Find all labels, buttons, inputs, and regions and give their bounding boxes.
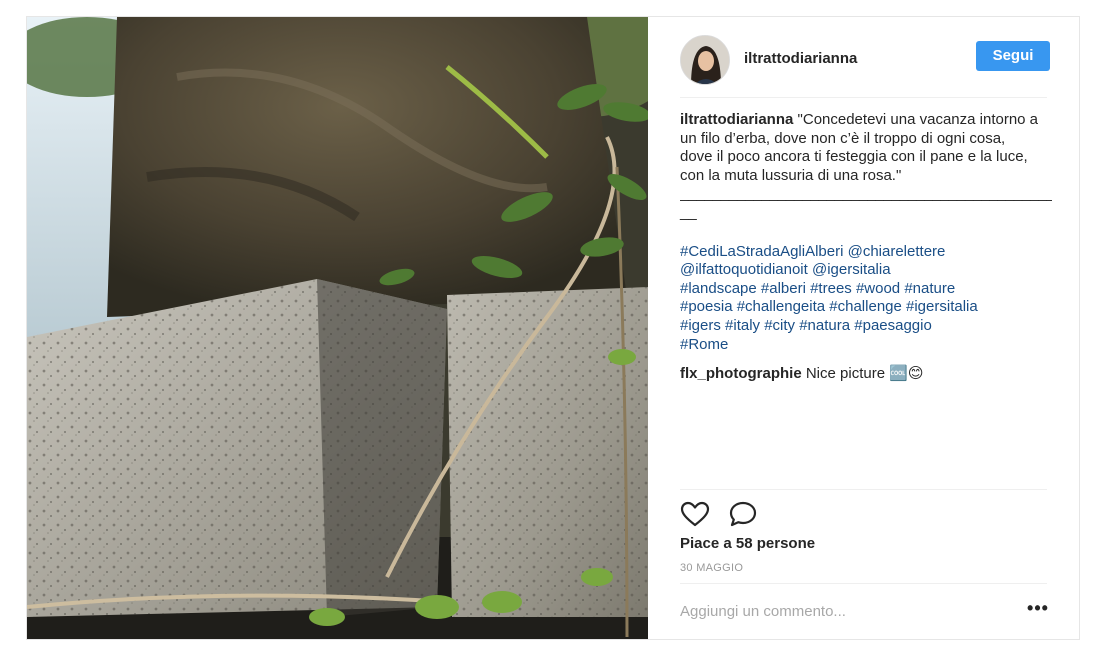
comment-username[interactable]: flx_photographie xyxy=(680,365,802,382)
ellipsis-icon[interactable]: ••• xyxy=(1024,599,1052,621)
follow-button[interactable]: Segui xyxy=(976,41,1050,71)
comment-emoji: 🆒😊 xyxy=(889,364,924,383)
action-bar xyxy=(680,499,760,529)
hashtag-line[interactable]: @ilfattoquotidianoit @igersitalia xyxy=(680,261,1052,280)
post-sidebar: iltrattodiarianna Segui iltrattodiariann… xyxy=(648,17,1079,639)
comment-input[interactable] xyxy=(680,595,1000,627)
actions-divider xyxy=(680,489,1047,490)
hashtag-line[interactable]: #Rome xyxy=(680,336,1052,355)
caption-rule: ________________________________________… xyxy=(680,185,1052,203)
hashtag-line[interactable]: #poesia #challengeita #challenge #igersi… xyxy=(680,298,1052,317)
comment-item: flx_photographie Nice picture 🆒😊 xyxy=(680,364,1052,384)
post-date: 30 MAGGIO xyxy=(680,562,744,574)
post-photo[interactable] xyxy=(27,17,648,639)
hashtag-line[interactable]: #CediLaStradaAgliAlberi @chiarelettere xyxy=(680,243,1052,262)
speech-bubble-icon[interactable] xyxy=(728,499,760,529)
avatar[interactable] xyxy=(680,35,730,85)
comment-divider xyxy=(680,583,1047,584)
comments-section: iltrattodiarianna "Concedetevi una vacan… xyxy=(680,111,1052,384)
likes-count[interactable]: Piace a 58 persone xyxy=(680,535,815,552)
hashtag-line[interactable]: #landscape #alberi #trees #wood #nature xyxy=(680,280,1052,299)
post-header: iltrattodiarianna Segui xyxy=(648,17,1079,97)
caption-username[interactable]: iltrattodiarianna xyxy=(680,111,793,128)
hashtag-line[interactable]: #igers #italy #city #natura #paesaggio xyxy=(680,317,1052,336)
comment-text: Nice picture xyxy=(805,365,886,383)
photo-stone-wall-plant xyxy=(27,17,648,639)
heart-icon[interactable] xyxy=(680,499,712,529)
instagram-post: iltrattodiarianna Segui iltrattodiariann… xyxy=(26,16,1080,640)
caption-rule-tail: __ xyxy=(680,203,697,221)
caption: iltrattodiarianna "Concedetevi una vacan… xyxy=(680,111,1052,223)
hashtags: #CediLaStradaAgliAlberi @chiarelettere @… xyxy=(680,243,1052,355)
avatar-portrait xyxy=(681,36,729,84)
header-divider xyxy=(680,97,1047,98)
post-username[interactable]: iltrattodiarianna xyxy=(744,50,857,67)
